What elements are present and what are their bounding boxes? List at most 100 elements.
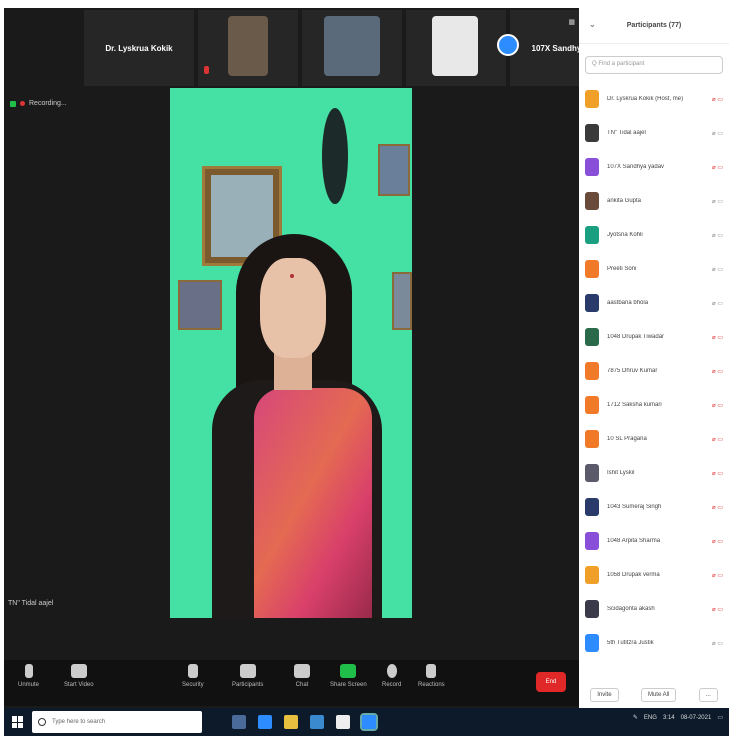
participant-row[interactable]: Scidagonta akash ⌀ ▭: [579, 592, 729, 626]
participant-avatar: [585, 464, 599, 482]
main-video: [170, 88, 412, 618]
participant-mic-icon: ⌀ ▭: [712, 572, 723, 579]
participant-mic-icon: ⌀ ▭: [712, 130, 723, 137]
participant-mic-icon: ⌀ ▭: [712, 538, 723, 545]
participant-name: Dr. Lyskrua Kokik (Host, me): [607, 96, 684, 102]
participants-button[interactable]: Participants: [232, 664, 263, 688]
pen-icon[interactable]: ✎: [633, 714, 638, 721]
participant-row[interactable]: aastbana bhola ⌀ ▭: [579, 286, 729, 320]
participant-row[interactable]: 5th Tutitzra Justik ⌀ ▭: [579, 626, 729, 660]
participant-avatar: [585, 226, 599, 244]
muted-mic-icon: [204, 66, 209, 74]
participant-name: 1058 Drupak verma: [607, 572, 660, 578]
participants-icon: [239, 664, 256, 678]
participant-row[interactable]: 7875 Dhruv Kumar ⌀ ▭: [579, 354, 729, 388]
clock-time[interactable]: 3:14: [663, 715, 675, 721]
thumbnail-video[interactable]: [198, 10, 298, 86]
participant-row[interactable]: 10 SL Pragana ⌀ ▭: [579, 422, 729, 456]
participant-avatar: [585, 634, 599, 652]
speaker-bindi: [290, 274, 294, 278]
task-view-icon[interactable]: [232, 715, 246, 729]
participant-row[interactable]: Preeti Soni ⌀ ▭: [579, 252, 729, 286]
reactions-button[interactable]: Reactions: [418, 664, 445, 688]
meeting-toolbar: Unmute Start Video Security Participants…: [4, 660, 579, 706]
speaker-saree: [254, 388, 372, 618]
participant-mic-icon: ⌀ ▭: [712, 164, 723, 171]
participant-mic-icon: ⌀ ▭: [712, 436, 723, 443]
taskbar-search-input[interactable]: Type here to search: [32, 711, 202, 733]
participant-row[interactable]: Ishit Lyskil ⌀ ▭: [579, 456, 729, 490]
wall-decoration: [322, 108, 348, 204]
panel-title: Participants (77): [626, 22, 682, 29]
zoom-app-icon[interactable]: [360, 713, 378, 731]
participant-row[interactable]: Jyotsna Kohli ⌀ ▭: [579, 218, 729, 252]
participant-mic-icon: ⌀ ▭: [712, 402, 723, 409]
participant-avatar: [585, 124, 599, 142]
record-button[interactable]: Record: [382, 664, 401, 688]
participant-row[interactable]: 1048 Drupak Tiwadar ⌀ ▭: [579, 320, 729, 354]
view-icon[interactable]: ▦: [568, 18, 575, 26]
participant-avatar: [585, 532, 599, 550]
participant-row[interactable]: TN" Tidal aajel ⌀ ▭: [579, 116, 729, 150]
mail-icon[interactable]: [336, 715, 350, 729]
video-icon: [70, 664, 87, 678]
participant-mic-icon: ⌀ ▭: [712, 266, 723, 273]
chat-icon: [294, 664, 310, 678]
tool-label: Share Screen: [330, 682, 367, 688]
zoom-window: Dr. Lyskrua Kokik 107X Sandhya y... ▦ Re…: [4, 8, 729, 715]
tool-label: Chat: [295, 682, 309, 688]
security-button[interactable]: Security: [182, 664, 204, 688]
thumbnail-video[interactable]: [406, 10, 506, 86]
chevron-down-icon[interactable]: ⌄: [589, 20, 596, 29]
participant-avatar: [585, 396, 599, 414]
participant-name: aastbana bhola: [607, 300, 649, 306]
unmute-button[interactable]: Unmute: [18, 664, 39, 688]
participant-mic-icon: ⌀ ▭: [712, 334, 723, 341]
end-button[interactable]: End: [536, 672, 566, 692]
search-placeholder: Q Find a participant: [592, 61, 645, 67]
participant-video: [432, 16, 478, 76]
participant-name: 1048 Drupak Tiwadar: [607, 334, 665, 340]
participant-name: 10 SL Pragana: [607, 436, 647, 442]
file-explorer-icon[interactable]: [284, 715, 298, 729]
end-label: End: [545, 679, 557, 685]
share-screen-button[interactable]: Share Screen: [330, 664, 367, 688]
tool-label: Start Video: [64, 682, 94, 688]
participant-name: 107X Sandhya yadav: [607, 164, 665, 170]
thumbnail-video[interactable]: [302, 10, 402, 86]
participants-panel: ⌄ Participants (77) Q Find a participant…: [579, 8, 729, 708]
participant-row[interactable]: 1043 Sumeraj Singh ⌀ ▭: [579, 490, 729, 524]
wall-frame: [178, 280, 222, 330]
chat-button[interactable]: Chat: [294, 664, 310, 688]
mute-all-button[interactable]: Mute All: [640, 688, 677, 702]
edge-icon[interactable]: [258, 715, 272, 729]
start-video-button[interactable]: Start Video: [64, 664, 94, 688]
clock-date[interactable]: 08-07-2021: [681, 715, 712, 721]
invite-button[interactable]: Invite: [590, 688, 619, 702]
language-indicator[interactable]: ENG: [644, 715, 657, 721]
thumbnail-name-tile[interactable]: Dr. Lyskrua Kokik: [84, 10, 194, 86]
speaker-face: [260, 258, 326, 358]
avatar-icon[interactable]: [497, 34, 519, 56]
participant-row[interactable]: ankita Gupta ⌀ ▭: [579, 184, 729, 218]
participant-row[interactable]: 107X Sandhya yadav ⌀ ▭: [579, 150, 729, 184]
participant-row[interactable]: 1058 Drupak verma ⌀ ▭: [579, 558, 729, 592]
more-button[interactable]: ...: [698, 688, 718, 702]
thumbnail-strip: Dr. Lyskrua Kokik 107X Sandhya y...: [84, 10, 620, 86]
taskbar-search-placeholder: Type here to search: [52, 719, 106, 725]
store-icon[interactable]: [310, 715, 324, 729]
participant-search-input[interactable]: Q Find a participant: [585, 56, 723, 74]
participant-row[interactable]: 1712 Saksha kumari ⌀ ▭: [579, 388, 729, 422]
participant-name: TN" Tidal aajel: [607, 130, 646, 136]
notification-icon[interactable]: ▭: [717, 714, 723, 721]
tool-label: Reactions: [418, 682, 445, 688]
participant-avatar: [585, 158, 599, 176]
participant-avatar: [585, 192, 599, 210]
participant-mic-icon: ⌀ ▭: [712, 368, 723, 375]
active-speaker-name: TN" Tidal aajel: [8, 600, 53, 607]
windows-start-icon[interactable]: [12, 716, 24, 728]
participant-row[interactable]: 1048 Arpita Sharma ⌀ ▭: [579, 524, 729, 558]
participant-name: 1048 Arpita Sharma: [607, 538, 661, 544]
panel-footer: Invite Mute All ...: [579, 688, 729, 702]
participant-row[interactable]: Dr. Lyskrua Kokik (Host, me) ⌀ ▭: [579, 82, 729, 116]
